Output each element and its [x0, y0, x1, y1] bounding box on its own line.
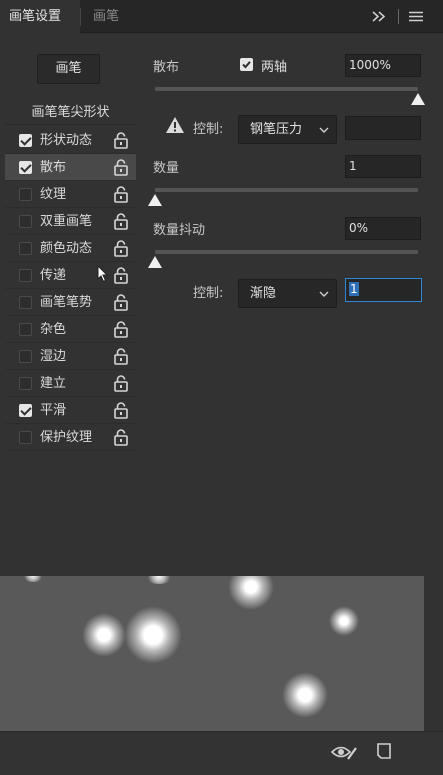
brush-option-item[interactable]: 双重画笔: [5, 208, 136, 235]
unlock-icon[interactable]: [113, 402, 129, 419]
brush-option-item[interactable]: 保护纹理: [5, 424, 136, 451]
brush-option-item[interactable]: 纹理: [5, 181, 136, 208]
unlock-icon[interactable]: [113, 321, 129, 338]
preview-dab: [145, 576, 173, 584]
unlock-icon[interactable]: [113, 348, 129, 365]
brush-button[interactable]: 画笔: [37, 54, 100, 84]
brush-option-label: 建立: [40, 376, 67, 391]
unlock-icon[interactable]: [113, 294, 129, 311]
both-axes-checkbox[interactable]: [240, 58, 253, 71]
tab-bar: 画笔设置 画笔: [0, 0, 443, 33]
brush-option-label: 双重画笔: [40, 214, 93, 229]
count-slider-track[interactable]: [155, 188, 418, 192]
brush-option-label: 湿边: [40, 349, 67, 364]
count-jitter-control-field-text: 1: [349, 282, 359, 296]
tab-divider: [80, 8, 81, 26]
brush-option-checkbox[interactable]: [19, 188, 32, 201]
count-label: 数量: [153, 161, 180, 176]
unlock-icon[interactable]: [113, 132, 129, 149]
scatter-slider-thumb[interactable]: [411, 93, 425, 105]
count-slider-thumb[interactable]: [148, 194, 162, 206]
double-chevron-right-icon[interactable]: [371, 0, 387, 33]
toggle-live-tip-preview-icon[interactable]: [330, 742, 358, 762]
scatter-label: 散布: [153, 60, 180, 75]
brush-option-checkbox[interactable]: [19, 377, 32, 390]
toolbar-divider: [398, 9, 399, 24]
preview-dab: [82, 613, 126, 657]
unlock-icon[interactable]: [113, 267, 129, 284]
unlock-icon[interactable]: [113, 240, 129, 257]
scatter-control-dropdown[interactable]: 钢笔压力: [238, 115, 337, 144]
brush-option-checkbox[interactable]: [19, 242, 32, 255]
brush-option-checkbox[interactable]: [19, 296, 32, 309]
count-jitter-control-dropdown[interactable]: 渐隐: [238, 279, 337, 308]
brush-option-item[interactable]: 传递: [5, 262, 136, 289]
brush-stroke-preview: [0, 576, 424, 731]
brush-option-item[interactable]: 散布: [5, 154, 136, 181]
tab-brush-settings[interactable]: 画笔设置: [0, 0, 80, 33]
count-value-field[interactable]: 1: [345, 155, 421, 178]
scatter-control-label: 控制:: [193, 122, 224, 137]
count-jitter-slider-thumb[interactable]: [148, 256, 162, 268]
chevron-down-icon: [319, 291, 329, 297]
brush-option-label: 画笔笔势: [40, 295, 93, 310]
scatter-control-value: 钢笔压力: [250, 122, 303, 137]
count-jitter-control-value: 渐隐: [250, 286, 277, 301]
brush-option-item[interactable]: 形状动态: [5, 127, 136, 154]
brush-option-checkbox[interactable]: [19, 134, 32, 147]
brush-option-checkbox[interactable]: [19, 215, 32, 228]
unlock-icon[interactable]: [113, 159, 129, 176]
brush-option-checkbox[interactable]: [19, 161, 32, 174]
brush-option-item[interactable]: 杂色: [5, 316, 136, 343]
brush-option-label: 散布: [40, 160, 67, 175]
preview-dab: [329, 606, 359, 636]
scatter-value-field[interactable]: 1000%: [345, 54, 421, 77]
tab-brush[interactable]: 画笔: [84, 0, 128, 33]
hamburger-menu-icon[interactable]: [408, 0, 424, 33]
preview-dab: [282, 672, 328, 718]
count-jitter-slider-track[interactable]: [155, 250, 418, 254]
preview-dab: [22, 576, 44, 582]
brush-option-item[interactable]: 画笔笔势: [5, 289, 136, 316]
preview-dab: [124, 606, 182, 664]
brush-option-label: 颜色动态: [40, 241, 93, 256]
scatter-slider-track[interactable]: [155, 87, 418, 91]
unlock-icon[interactable]: [113, 429, 129, 446]
brush-option-checkbox[interactable]: [19, 404, 32, 417]
both-axes-label: 两轴: [261, 60, 288, 75]
unlock-icon[interactable]: [113, 186, 129, 203]
unlock-icon[interactable]: [113, 375, 129, 392]
brush-option-checkbox[interactable]: [19, 431, 32, 444]
brush-option-label: 传递: [40, 268, 67, 283]
brush-option-checkbox[interactable]: [19, 323, 32, 336]
panel-bottom-bar: [0, 731, 443, 775]
unlock-icon[interactable]: [113, 213, 129, 230]
brush-option-label: 形状动态: [40, 133, 93, 148]
scatter-control-field[interactable]: [345, 116, 421, 140]
brush-option-item[interactable]: 平滑: [5, 397, 136, 424]
brush-option-label: 纹理: [40, 187, 67, 202]
warning-icon: [165, 116, 185, 134]
brush-option-label: 保护纹理: [40, 430, 93, 445]
count-jitter-value-field[interactable]: 0%: [345, 217, 421, 240]
brush-option-item[interactable]: 湿边: [5, 343, 136, 370]
new-brush-preset-icon[interactable]: [375, 741, 393, 761]
chevron-down-icon: [319, 127, 329, 133]
mouse-cursor-icon: [97, 265, 109, 283]
brush-option-label: 平滑: [40, 403, 67, 418]
count-jitter-control-label: 控制:: [193, 286, 224, 301]
brush-option-checkbox[interactable]: [19, 350, 32, 363]
brush-option-checkbox[interactable]: [19, 269, 32, 282]
brush-option-item[interactable]: 颜色动态: [5, 235, 136, 262]
brush-option-label: 杂色: [40, 322, 67, 337]
count-jitter-control-field[interactable]: 1: [345, 278, 422, 302]
brush-tip-shape-item[interactable]: 画笔笔尖形状: [5, 100, 136, 125]
count-jitter-label: 数量抖动: [153, 223, 206, 238]
checkmark-icon: [242, 61, 251, 69]
brush-option-item[interactable]: 建立: [5, 370, 136, 397]
preview-dab: [228, 576, 274, 610]
